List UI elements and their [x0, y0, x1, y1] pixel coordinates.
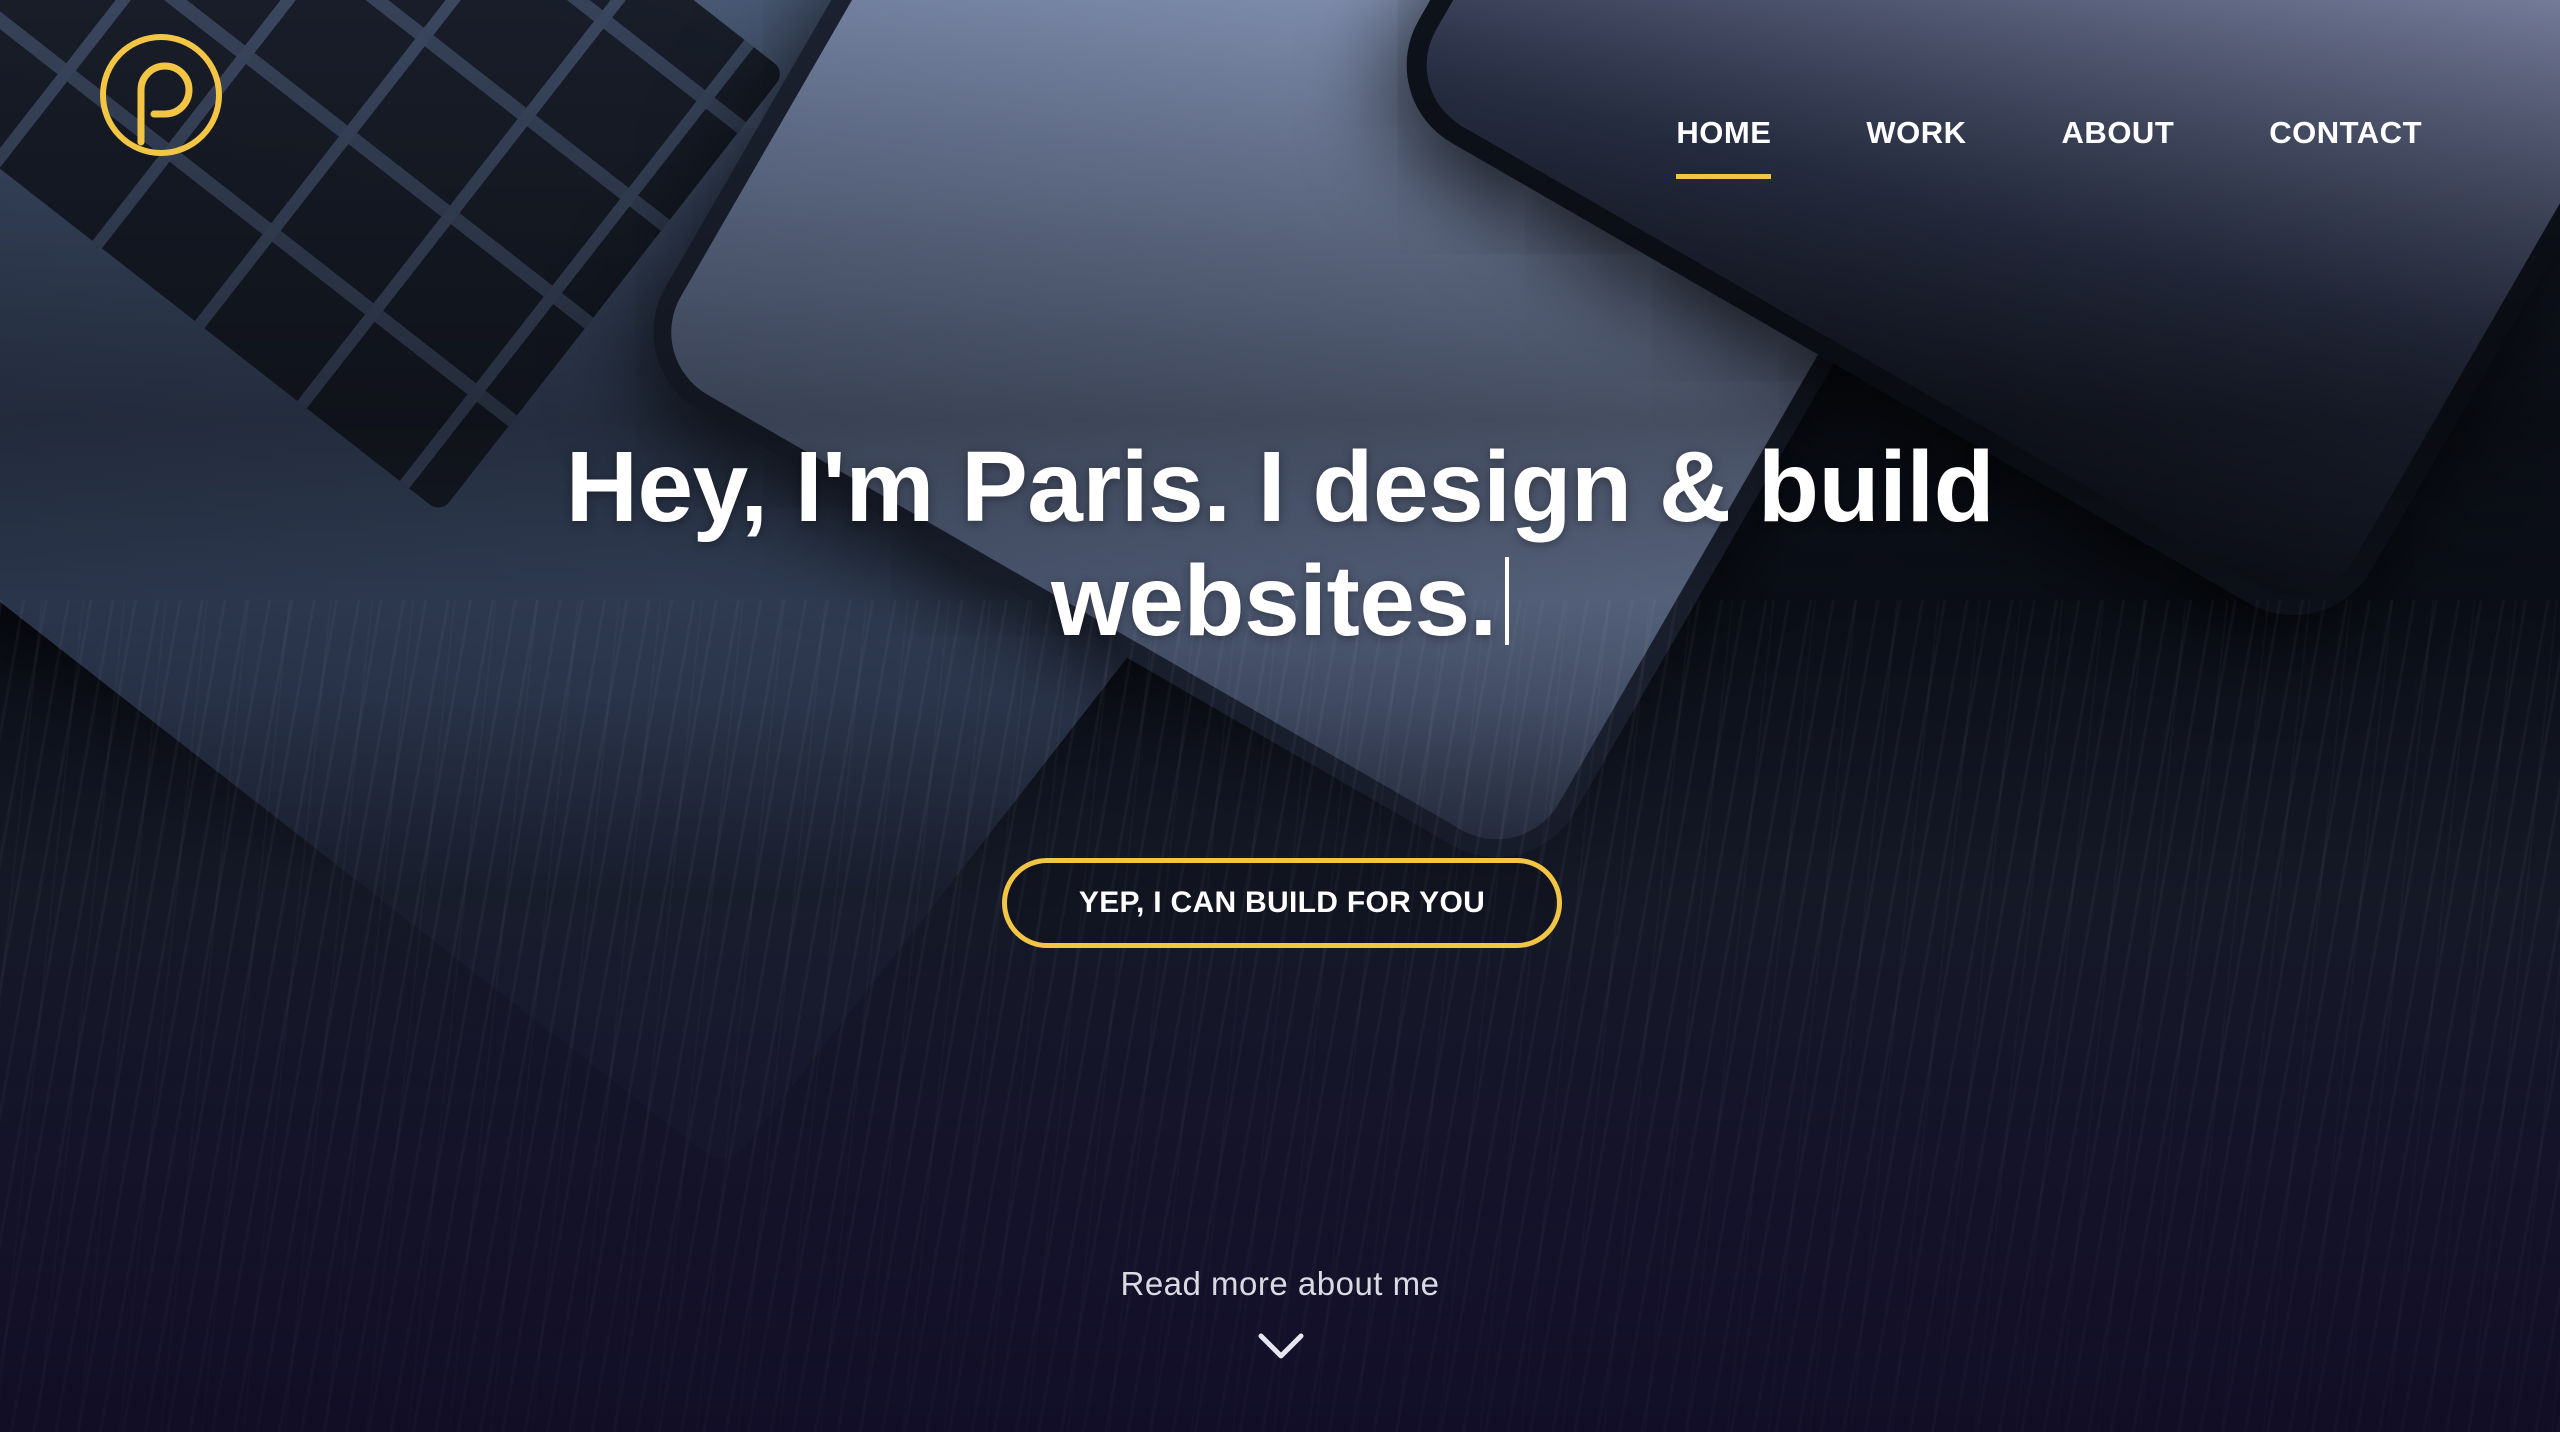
- headline-line-2-wrap: websites.: [0, 544, 2560, 658]
- nav-contact[interactable]: CONTACT: [2269, 115, 2422, 179]
- nav-about[interactable]: ABOUT: [2062, 115, 2175, 179]
- hero-section: HOME WORK ABOUT CONTACT Hey, I'm Paris. …: [0, 0, 2560, 1432]
- p-monogram-logo-icon[interactable]: [96, 30, 226, 160]
- hero-headline: Hey, I'm Paris. I design & build website…: [0, 430, 2560, 658]
- typing-caret: [1504, 557, 1509, 645]
- read-more-link[interactable]: Read more about me: [0, 1265, 2560, 1303]
- main-nav: HOME WORK ABOUT CONTACT: [1581, 115, 2422, 179]
- cta-build-button[interactable]: YEP, I CAN BUILD FOR YOU: [1002, 858, 1562, 948]
- headline-line-2: websites.: [1051, 545, 1497, 657]
- nav-work[interactable]: WORK: [1866, 115, 1966, 179]
- headline-line-1: Hey, I'm Paris. I design & build: [565, 431, 1995, 543]
- nav-home[interactable]: HOME: [1676, 115, 1772, 179]
- chevron-down-icon[interactable]: [1257, 1330, 1305, 1362]
- wood-table-background: [0, 600, 2560, 1432]
